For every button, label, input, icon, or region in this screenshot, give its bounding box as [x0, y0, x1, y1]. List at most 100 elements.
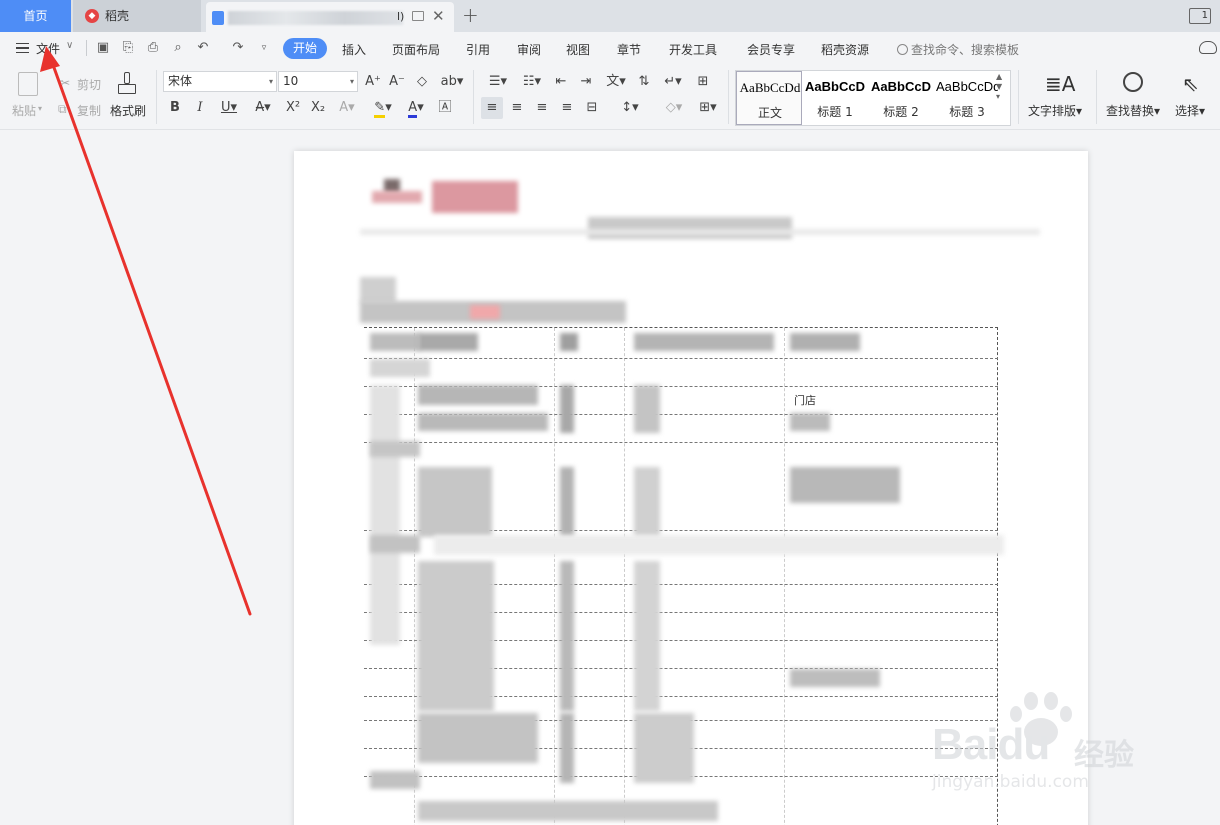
tab-document[interactable]: l) ✕ — [206, 2, 454, 32]
print-icon[interactable]: ⎙ — [145, 40, 161, 56]
blurred-content — [634, 713, 694, 783]
align-center-icon[interactable]: ≡ — [509, 99, 525, 117]
style-normal-name: 正文 — [757, 106, 782, 120]
daoke-logo-icon: ◆ — [85, 9, 99, 23]
align-left-icon[interactable]: ≡ — [484, 99, 500, 117]
shading-icon[interactable]: ◇▾ — [660, 99, 688, 117]
select-button[interactable]: 选择▾ — [1175, 102, 1205, 119]
line-spacing-icon[interactable]: ↕▾ — [616, 99, 644, 117]
subscript-icon[interactable]: X₂ — [309, 99, 327, 117]
table-divider — [364, 442, 998, 443]
numbered-list-icon[interactable]: ☷▾ — [518, 73, 546, 91]
find-replace-icon[interactable] — [1123, 72, 1143, 92]
hamburger-menu-icon[interactable] — [16, 43, 29, 53]
menu-tab-start[interactable]: 开始 — [283, 38, 327, 59]
align-right-icon[interactable]: ≡ — [534, 99, 550, 117]
menu-tab-insert[interactable]: 插入 — [342, 41, 366, 58]
menu-tab-member[interactable]: 会员专享 — [747, 41, 795, 58]
font-name-value: 宋体 — [168, 74, 193, 88]
divider — [156, 70, 157, 124]
redo-icon[interactable]: ↷ — [230, 40, 246, 56]
font-color-icon[interactable]: A▾ — [403, 99, 429, 118]
file-menu[interactable]: 文件 — [36, 40, 60, 57]
command-search[interactable]: 查找命令、搜索模板 — [897, 41, 1019, 58]
menu-tab-chapter[interactable]: 章节 — [617, 41, 641, 58]
paste-icon[interactable] — [18, 72, 38, 96]
chevron-down-icon: ▾ — [268, 77, 273, 86]
document-title-blurred — [228, 11, 403, 25]
char-border-icon[interactable]: 🄰 — [436, 99, 454, 117]
font-name-select[interactable]: 宋体 ▾ — [163, 71, 277, 92]
format-painter-icon[interactable] — [118, 72, 136, 96]
sort-icon[interactable]: ⇅ — [635, 73, 653, 91]
paste-button[interactable]: 粘贴 — [12, 102, 36, 119]
monitor-icon[interactable] — [412, 11, 424, 21]
style-heading-3[interactable]: AaBbCcDd 标题 3 — [934, 71, 1000, 125]
close-icon[interactable]: ✕ — [432, 7, 445, 25]
style-heading-2[interactable]: AaBbCcD 标题 2 — [868, 71, 934, 125]
superscript-icon[interactable]: X² — [284, 99, 302, 117]
copy-button[interactable]: 复制 — [77, 102, 101, 119]
divider — [473, 70, 474, 124]
bullet-list-icon[interactable]: ☰▾ — [484, 73, 512, 91]
tab-home[interactable]: 首页 — [0, 0, 71, 32]
decrease-indent-icon[interactable]: ⇤ — [552, 73, 570, 91]
clear-format-icon[interactable]: ◇ — [413, 73, 431, 91]
window-count-badge[interactable]: 1 — [1189, 8, 1211, 24]
italic-icon[interactable]: I — [192, 99, 208, 117]
blurred-content — [360, 229, 1040, 235]
phonetic-guide-icon[interactable]: ab▾ — [438, 73, 466, 91]
search-icon — [897, 44, 908, 55]
menu-tab-page-layout[interactable]: 页面布局 — [392, 41, 440, 58]
blurred-content — [418, 413, 548, 431]
show-marks-icon[interactable]: ↵▾ — [660, 73, 686, 91]
cloud-sync-icon[interactable] — [1199, 41, 1217, 54]
quick-access-more-icon[interactable]: ▿ — [256, 40, 272, 56]
styles-gallery: AaBbCcDd 正文 AaBbCcD 标题 1 AaBbCcD 标题 2 Aa… — [735, 70, 1011, 126]
menu-tab-review[interactable]: 审阅 — [517, 41, 541, 58]
menu-tab-developer[interactable]: 开发工具 — [669, 41, 717, 58]
save-icon[interactable]: ▣ — [95, 40, 111, 56]
text-layout-icon[interactable]: ≣A — [1045, 72, 1075, 96]
tab-bar: 首页 ◆ 稻壳 l) ✕ + 1 — [0, 0, 1220, 32]
tab-daoke[interactable]: ◆ 稻壳 — [73, 0, 201, 32]
bold-icon[interactable]: B — [167, 99, 183, 117]
ruler-icon[interactable]: ⊞ — [694, 73, 712, 91]
strikethrough-icon[interactable]: A̶▾ — [250, 99, 276, 117]
chevron-down-icon[interactable]: ∨ — [66, 40, 73, 51]
grow-font-icon[interactable]: A⁺ — [364, 73, 382, 91]
font-size-select[interactable]: 10 ▾ — [278, 71, 358, 92]
menu-tab-references[interactable]: 引用 — [466, 41, 490, 58]
text-layout-button[interactable]: 文字排版▾ — [1028, 102, 1082, 119]
text-layout-label: 文字排版 — [1028, 104, 1077, 118]
increase-indent-icon[interactable]: ⇥ — [577, 73, 595, 91]
justify-icon[interactable]: ≡ — [559, 99, 575, 117]
find-replace-button[interactable]: 查找替换▾ — [1106, 102, 1160, 119]
text-effect-icon[interactable]: A▾ — [334, 99, 360, 117]
blurred-content — [790, 333, 860, 351]
divider — [1096, 70, 1097, 124]
style-heading-1[interactable]: AaBbCcD 标题 1 — [802, 71, 868, 125]
styles-scroll-icon[interactable]: ▲ ▼ ▾ — [996, 72, 1002, 102]
borders-icon[interactable]: ⊞▾ — [694, 99, 722, 117]
menu-tab-daoke-resources[interactable]: 稻壳资源 — [821, 41, 869, 58]
new-tab-plus-icon[interactable]: + — [462, 3, 479, 27]
distributed-icon[interactable]: ⊟ — [584, 99, 600, 117]
export-pdf-icon[interactable]: ⎘ — [120, 40, 136, 56]
underline-icon[interactable]: U▾ — [216, 99, 242, 117]
shrink-font-icon[interactable]: A⁻ — [388, 73, 406, 91]
style-heading-2-sample: AaBbCcD — [871, 79, 931, 94]
blurred-content — [790, 669, 880, 687]
highlight-icon[interactable]: ✎▾ — [368, 99, 398, 118]
print-preview-icon[interactable]: ⌕ — [170, 40, 186, 56]
style-normal[interactable]: AaBbCcDd 正文 — [736, 71, 802, 125]
baidu-jingyan-watermark: Baidu 经验 jingyan.baidu.com — [932, 692, 1192, 802]
paste-chevron-icon[interactable]: ▾ — [38, 104, 42, 113]
format-painter-button[interactable]: 格式刷 — [110, 102, 146, 119]
chinese-layout-icon[interactable]: 文▾ — [603, 73, 629, 91]
undo-icon[interactable]: ↶ — [195, 40, 211, 56]
select-cursor-icon[interactable]: ⇖ — [1182, 72, 1206, 96]
menu-tab-view[interactable]: 视图 — [566, 41, 590, 58]
cut-button[interactable]: 剪切 — [77, 76, 101, 93]
blurred-content — [370, 441, 420, 457]
